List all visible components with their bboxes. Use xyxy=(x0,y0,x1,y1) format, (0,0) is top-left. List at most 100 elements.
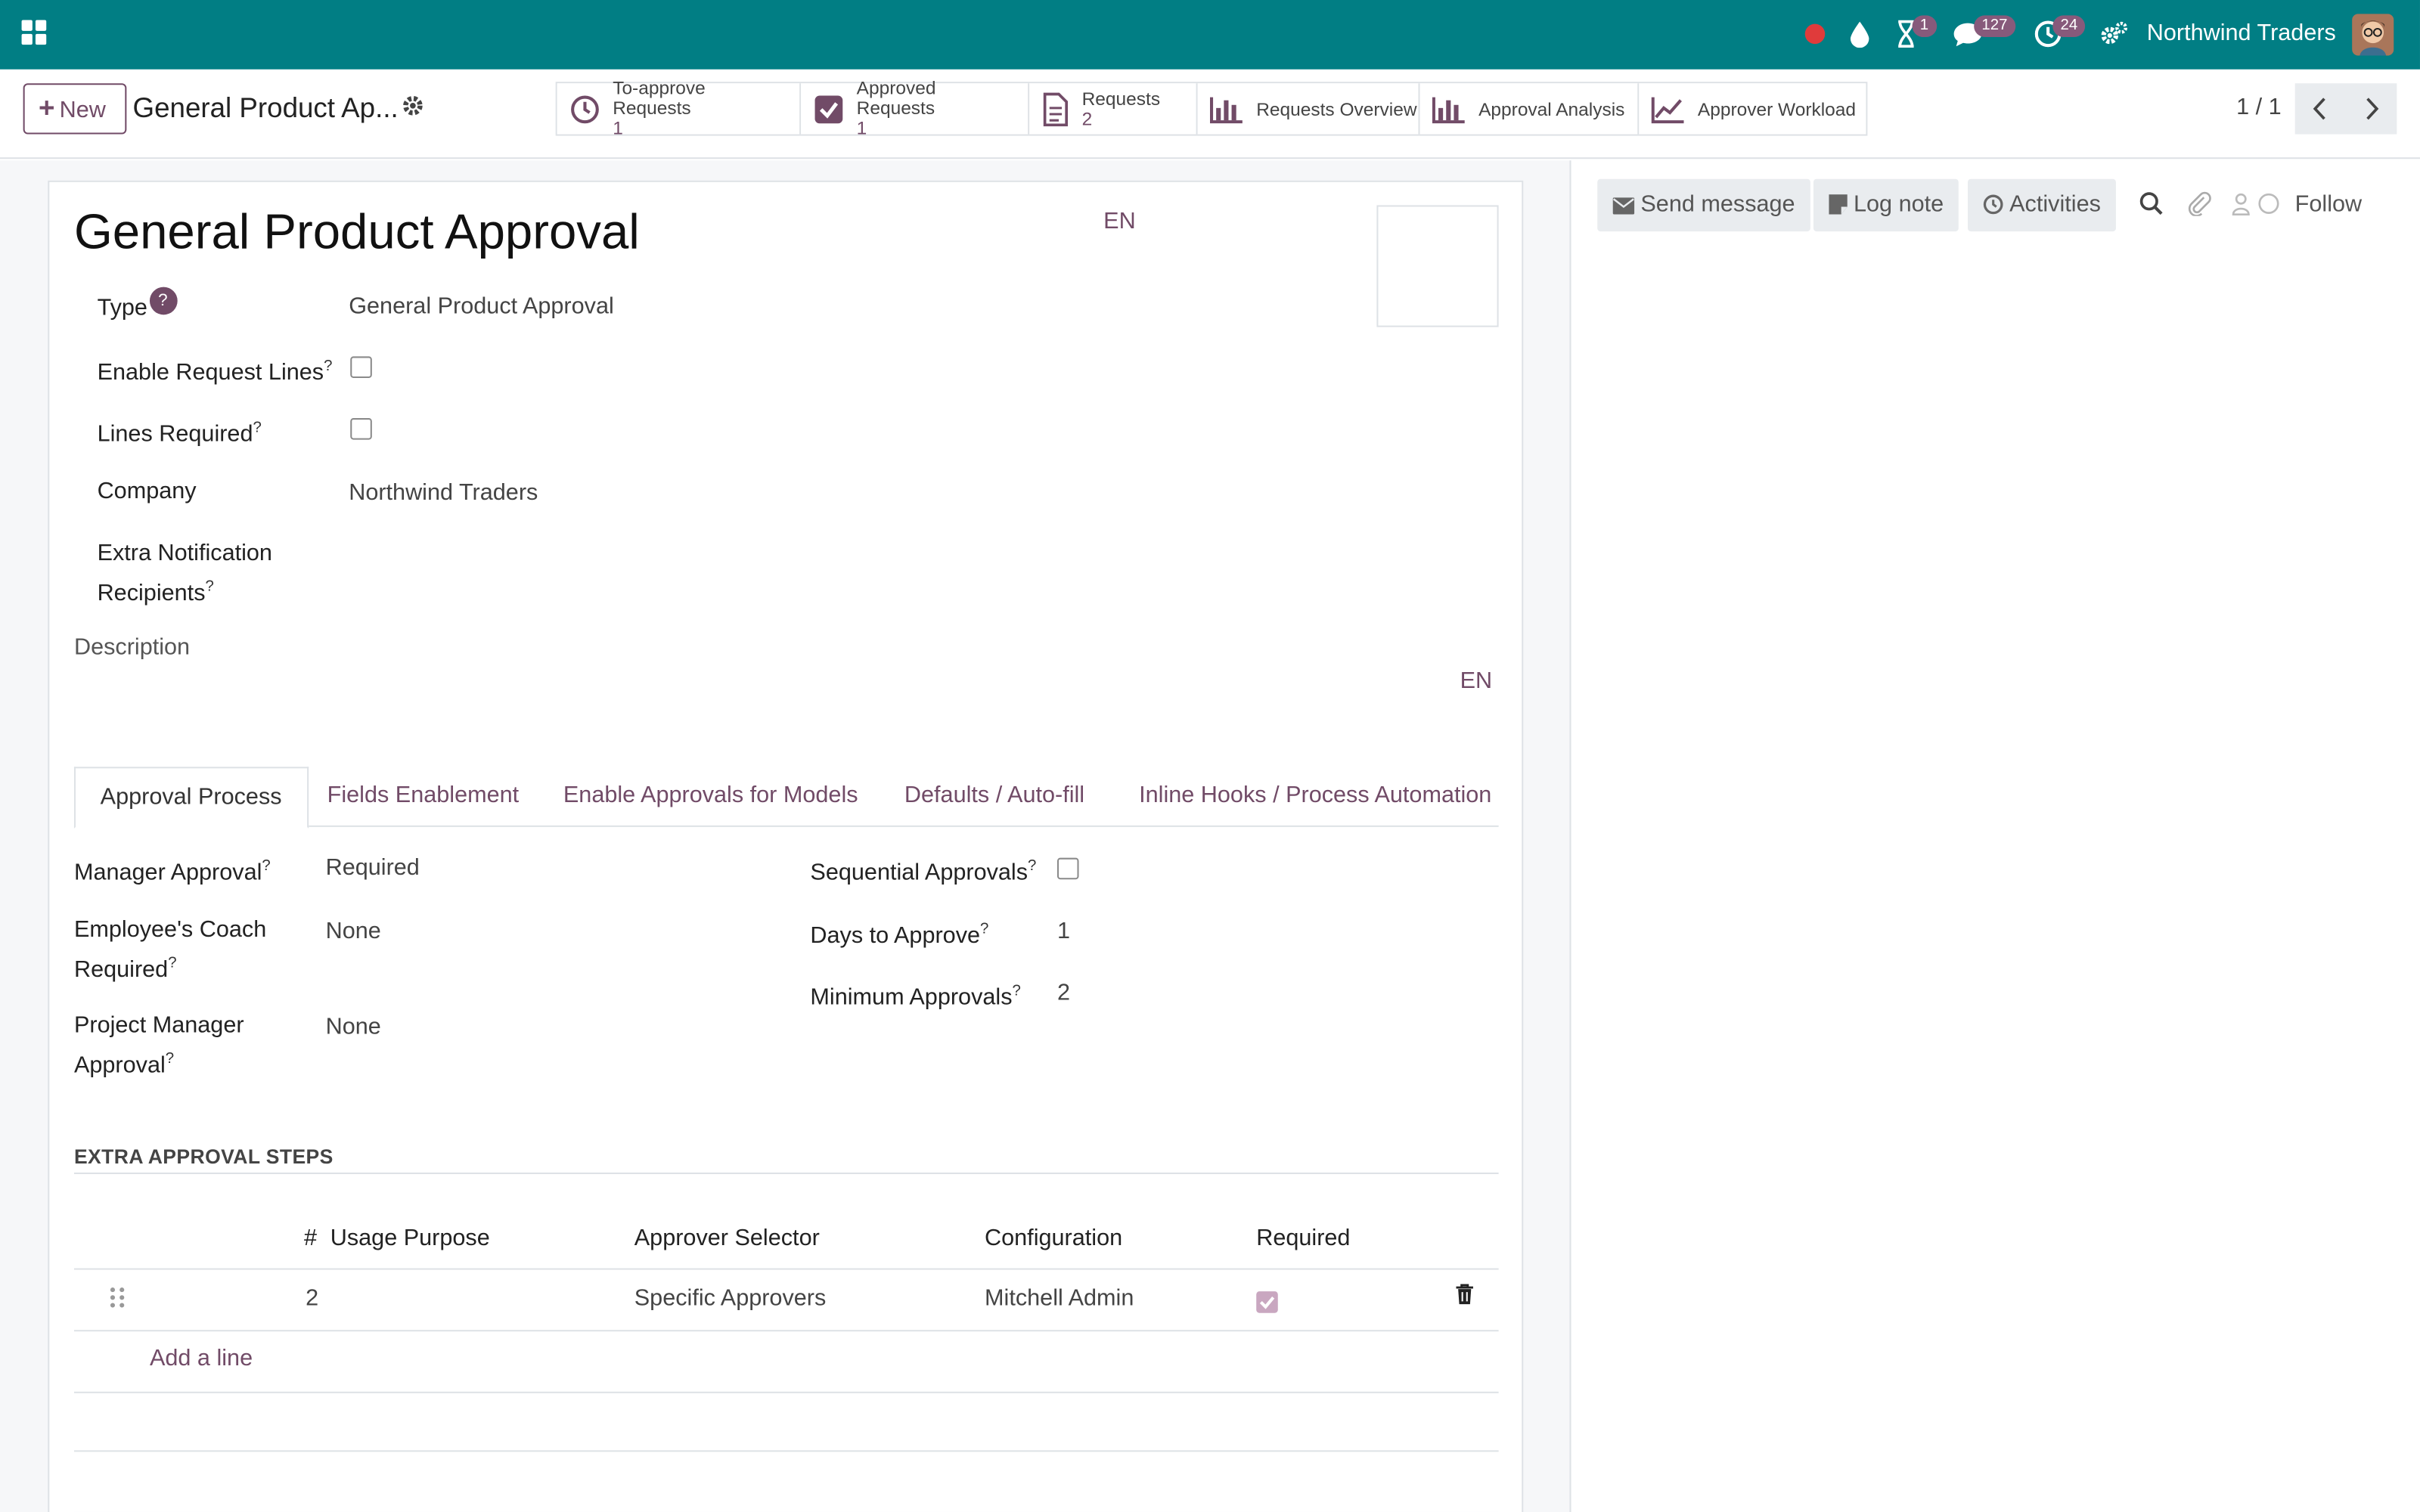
new-button[interactable]: + New xyxy=(23,83,127,135)
activities-button[interactable]: Activities xyxy=(1968,178,2117,232)
column-header-approver-selector[interactable]: Approver Selector xyxy=(634,1225,820,1251)
minimum-approvals-label: Minimum Approvals? xyxy=(810,982,1021,1011)
to-approve-requests-button[interactable]: To-approve Requests 1 xyxy=(557,78,802,138)
send-message-button[interactable]: Send message xyxy=(1597,178,1811,232)
description-language-button[interactable]: EN xyxy=(1460,668,1493,695)
next-record-button[interactable] xyxy=(2346,83,2397,135)
clock-icon[interactable]: 24 xyxy=(2034,15,2086,57)
new-button-label: New xyxy=(59,97,106,124)
pager-value[interactable]: 1 / 1 xyxy=(2236,94,2282,120)
sequential-approvals-checkbox[interactable] xyxy=(1056,857,1079,880)
days-to-approve-value[interactable]: 1 xyxy=(1057,918,1070,944)
settings-gears-icon[interactable] xyxy=(2101,21,2129,59)
line-chart-icon xyxy=(1651,96,1684,123)
project-manager-value[interactable]: None xyxy=(326,1014,381,1040)
company-switcher[interactable]: Northwind Traders xyxy=(2147,20,2336,47)
add-line-link[interactable]: Add a line xyxy=(150,1346,253,1372)
employee-coach-value[interactable]: None xyxy=(326,918,381,944)
days-to-approve-label: Days to Approve? xyxy=(810,921,989,950)
column-header-required[interactable]: Required xyxy=(1256,1225,1350,1251)
previous-record-button[interactable] xyxy=(2294,83,2347,135)
type-value[interactable]: General Product Approval xyxy=(349,293,614,320)
record-icon[interactable] xyxy=(1804,23,1826,60)
activity-hourglass-icon[interactable]: 1 xyxy=(1895,15,1937,57)
step-configuration[interactable]: Mitchell Admin xyxy=(985,1285,1134,1312)
column-header-number[interactable]: # xyxy=(304,1225,317,1251)
approver-workload-button[interactable]: Approver Workload xyxy=(1639,83,1866,135)
lines-required-checkbox[interactable] xyxy=(350,418,372,440)
smart-button-value: 1 xyxy=(856,117,867,139)
drag-handle-icon[interactable] xyxy=(108,1285,126,1310)
tab-fields-enablement[interactable]: Fields Enablement xyxy=(302,767,544,829)
notebook-tabs: Approval Process Fields Enablement Enabl… xyxy=(73,767,1499,829)
smart-button-label: Approver Workload xyxy=(1697,98,1857,120)
chevron-right-icon xyxy=(2366,98,2379,120)
record-title[interactable]: General Product Approval xyxy=(74,203,640,261)
search-icon[interactable] xyxy=(2139,191,2164,224)
approved-requests-button[interactable]: Approved Requests 1 xyxy=(801,78,1030,138)
breadcrumb: General Product Ap... xyxy=(132,92,399,124)
tab-approval-process[interactable]: Approval Process xyxy=(73,767,309,829)
enable-request-lines-checkbox[interactable] xyxy=(350,356,372,378)
tab-defaults-auto-fill[interactable]: Defaults / Auto-fill xyxy=(880,767,1109,829)
log-note-button[interactable]: Log note xyxy=(1813,178,1959,232)
messages-icon[interactable]: 127 xyxy=(1953,15,2015,57)
form-sheet: General Product Approval EN Type? Genera… xyxy=(48,180,1524,1512)
check-icon xyxy=(1259,1297,1275,1309)
form-area: General Product Approval EN Type? Genera… xyxy=(0,160,1571,1512)
company-label: Company xyxy=(97,478,197,505)
title-language-button[interactable]: EN xyxy=(1103,209,1136,235)
trash-icon[interactable] xyxy=(1455,1284,1473,1313)
requests-overview-button[interactable]: Requests Overview xyxy=(1197,83,1420,135)
column-header-configuration[interactable]: Configuration xyxy=(985,1225,1122,1251)
drop-icon[interactable] xyxy=(1849,20,1871,57)
smart-button-label: Requests xyxy=(1081,87,1161,109)
check-square-icon xyxy=(814,94,843,123)
bar-chart-icon xyxy=(1209,96,1243,123)
tab-enable-approvals-for-models[interactable]: Enable Approvals for Models xyxy=(538,767,883,829)
image-field[interactable] xyxy=(1376,205,1499,327)
chatter-panel: Send message Log note Activities Follow xyxy=(1572,160,2420,1512)
paperclip-icon[interactable] xyxy=(2187,191,2212,224)
smart-button-label: Requests Overview xyxy=(1256,98,1417,120)
extra-notification-field[interactable] xyxy=(349,541,1274,603)
apps-menu-icon[interactable] xyxy=(21,20,48,47)
description-label: Description xyxy=(73,634,191,661)
smart-buttons: To-approve Requests 1 Approved Requests 1 … xyxy=(555,78,1868,138)
employee-coach-label: Employee's Coach Required? xyxy=(73,916,267,983)
gear-icon[interactable] xyxy=(402,94,427,119)
chevron-left-icon xyxy=(2313,98,2325,120)
followers-icon[interactable] xyxy=(2232,191,2284,224)
user-avatar[interactable] xyxy=(2352,14,2394,56)
note-icon xyxy=(1829,194,1848,215)
smart-button-value: 2 xyxy=(1081,107,1093,129)
step-approver-selector[interactable]: Specific Approvers xyxy=(634,1285,827,1312)
manager-approval-value[interactable]: Required xyxy=(326,855,420,881)
step-required-checkbox[interactable] xyxy=(1256,1291,1278,1313)
sequential-approvals-label: Sequential Approvals? xyxy=(810,857,1037,886)
tab-inline-hooks[interactable]: Inline Hooks / Process Automation xyxy=(1114,767,1516,829)
clock-icon xyxy=(571,94,599,123)
extra-notification-label: Extra Notification Recipients? xyxy=(97,540,272,607)
help-icon[interactable]: ? xyxy=(149,287,177,315)
project-manager-label: Project Manager Approval? xyxy=(73,1012,244,1079)
top-navbar: 1 127 24 Northwind Traders xyxy=(0,0,2420,70)
envelope-icon xyxy=(1612,197,1635,215)
enable-request-lines-label: Enable Request Lines? xyxy=(97,358,333,386)
row-divider xyxy=(73,1330,1499,1332)
requests-button[interactable]: Requests 2 xyxy=(1029,83,1198,135)
company-value[interactable]: Northwind Traders xyxy=(349,480,538,507)
column-header-usage-purpose[interactable]: Usage Purpose xyxy=(330,1225,490,1251)
clock-badge: 24 xyxy=(2052,15,2086,37)
extra-approval-steps-title: EXTRA APPROVAL STEPS xyxy=(73,1145,334,1168)
lines-required-label: Lines Required? xyxy=(97,420,262,448)
step-number[interactable]: 2 xyxy=(306,1285,318,1312)
minimum-approvals-value[interactable]: 2 xyxy=(1057,980,1070,1006)
messages-badge: 127 xyxy=(1974,15,2015,37)
header-divider xyxy=(73,1268,1499,1270)
smart-button-label: Approval Analysis xyxy=(1478,98,1625,120)
follow-button[interactable]: Follow xyxy=(2295,191,2362,218)
control-panel: + New General Product Ap... To-approve Re… xyxy=(0,69,2420,160)
bar-chart-icon xyxy=(1432,96,1465,123)
approval-analysis-button[interactable]: Approval Analysis xyxy=(1419,83,1640,135)
